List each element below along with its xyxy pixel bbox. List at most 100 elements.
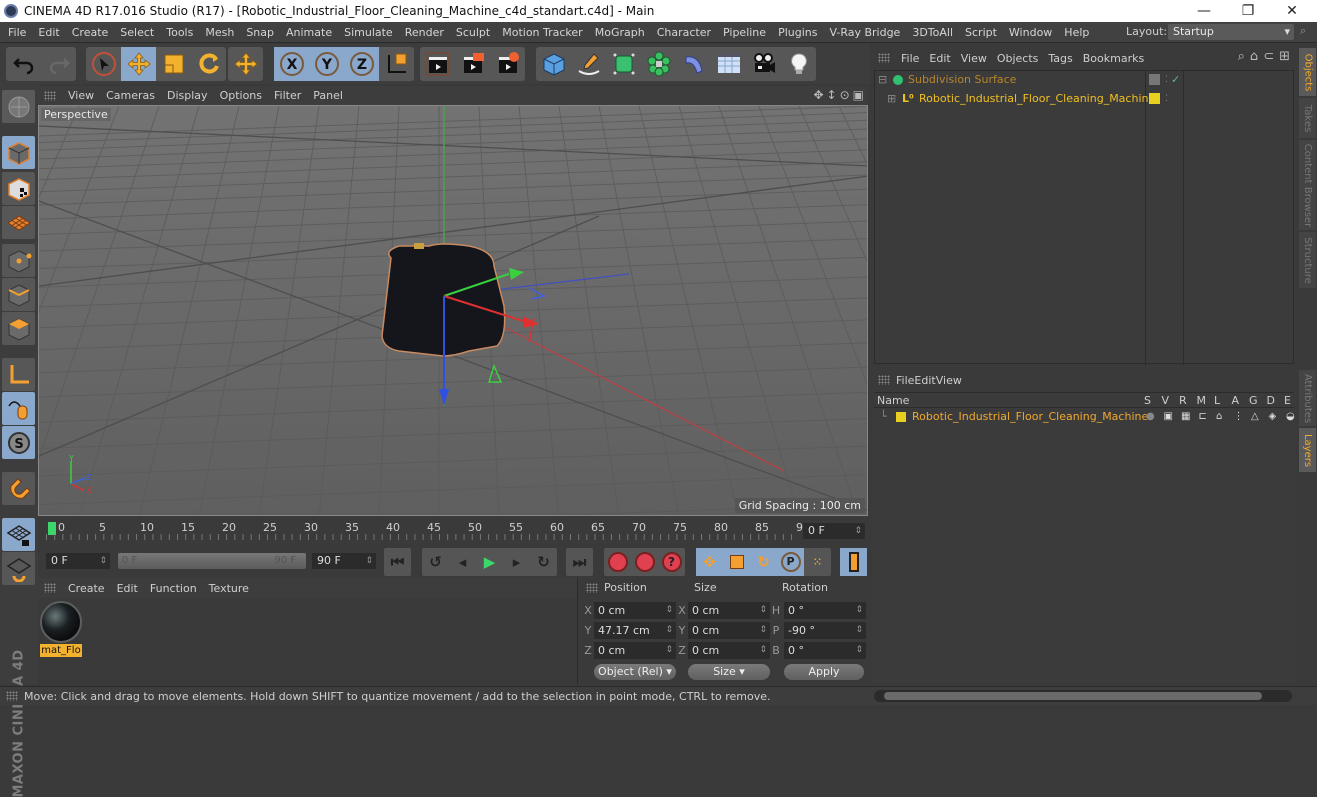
keyframe-selection-icon[interactable]: ? <box>658 548 685 576</box>
live-selection-icon[interactable] <box>86 47 121 81</box>
prev-key-icon[interactable]: ↺ <box>422 548 449 576</box>
layer-column-r[interactable]: R <box>1179 393 1187 408</box>
next-key-icon[interactable]: ↻ <box>530 548 557 576</box>
frame-range-slider[interactable]: 0 F 90 F <box>118 553 306 569</box>
visibility-dots-icon[interactable]: ⁚ <box>1165 71 1168 89</box>
layer-tag-icon[interactable] <box>1149 74 1160 85</box>
animation-flag-icon[interactable]: ⋮ <box>1234 408 1244 426</box>
menu-v-ray-bridge[interactable]: V-Ray Bridge <box>823 26 906 39</box>
light-icon[interactable] <box>781 47 816 81</box>
floor-icon[interactable] <box>711 47 746 81</box>
viewport-menu-view[interactable]: View <box>62 89 100 102</box>
layer-column-a[interactable]: A <box>1232 393 1240 408</box>
undo-icon[interactable] <box>6 47 41 81</box>
object-menu-objects[interactable]: Objects <box>992 52 1044 65</box>
make-editable-icon[interactable] <box>2 90 35 123</box>
panel-grip-icon[interactable] <box>878 53 890 63</box>
render-view-icon[interactable] <box>420 47 455 81</box>
go-to-start-icon[interactable]: ⏮ <box>384 548 411 576</box>
size-field[interactable]: 0 cm <box>688 642 770 659</box>
deformer-icon[interactable] <box>676 47 711 81</box>
new-view-icon[interactable]: ⊞ <box>1279 49 1290 64</box>
rot-field[interactable]: 0 ° <box>784 602 866 619</box>
object-menu-file[interactable]: File <box>896 52 924 65</box>
viewport-menu-cameras[interactable]: Cameras <box>100 89 161 102</box>
object-menu-edit[interactable]: Edit <box>924 52 955 65</box>
menu-window[interactable]: Window <box>1003 26 1058 39</box>
dolly-view-icon[interactable]: ↕ <box>827 88 837 102</box>
y-axis-lock-icon[interactable]: Y <box>309 47 344 81</box>
layer-color-icon[interactable] <box>1149 93 1160 104</box>
layer-column-e[interactable]: E <box>1284 393 1291 408</box>
next-frame-icon[interactable]: ▸ <box>503 548 530 576</box>
menu-tools[interactable]: Tools <box>160 26 199 39</box>
x-axis-lock-icon[interactable]: X <box>274 47 309 81</box>
coordinate-mode-select[interactable]: Object (Rel) ▾ <box>594 664 676 680</box>
material-name[interactable]: mat_Flo <box>40 644 82 657</box>
tab-content-browser[interactable]: Content Browser <box>1299 140 1316 230</box>
render-region-icon[interactable] <box>455 47 490 81</box>
object-menu-bookmarks[interactable]: Bookmarks <box>1078 52 1149 65</box>
search-icon[interactable]: ⌕ <box>1238 49 1245 64</box>
material-menu-function[interactable]: Function <box>144 582 203 595</box>
search-icon[interactable]: ⌕ <box>1300 24 1306 38</box>
close-button[interactable]: ✕ <box>1270 0 1314 22</box>
toggle-layout-icon[interactable]: ▣ <box>853 88 864 102</box>
object-row[interactable]: ⊞ L⁰ Robotic_Industrial_Floor_Cleaning_M… <box>875 90 1295 108</box>
menu-animate[interactable]: Animate <box>280 26 338 39</box>
object-menu-view[interactable]: View <box>956 52 992 65</box>
tab-attributes[interactable]: Attributes <box>1299 370 1316 426</box>
render-flag-icon[interactable]: ▦ <box>1181 408 1190 426</box>
pos-field[interactable]: 0 cm <box>594 642 676 659</box>
menu-sculpt[interactable]: Sculpt <box>450 26 496 39</box>
pos-key-icon[interactable]: ✥ <box>696 548 723 576</box>
menu-pipeline[interactable]: Pipeline <box>717 26 772 39</box>
menu-mograph[interactable]: MoGraph <box>589 26 651 39</box>
camera-icon[interactable] <box>746 47 781 81</box>
layer-row[interactable]: └ Robotic_Industrial_Floor_Cleaning_Mach… <box>874 408 1295 426</box>
layer-menu-file[interactable]: File <box>896 374 914 387</box>
perspective-viewport[interactable]: Y Z X Perspective Grid Spacing : 100 cm <box>38 105 868 516</box>
go-to-end-icon[interactable]: ⏭ <box>566 548 593 576</box>
layout-select[interactable]: Startup <box>1168 24 1294 40</box>
pla-key-icon[interactable]: ⁙ <box>804 548 831 576</box>
layer-column-l[interactable]: L <box>1214 393 1220 408</box>
rot-field[interactable]: -90 ° <box>784 622 866 639</box>
visible-flag-icon[interactable]: ▣ <box>1164 408 1173 426</box>
size-field[interactable]: 0 cm <box>688 602 770 619</box>
move-icon[interactable] <box>121 47 156 81</box>
workplane-lock-icon[interactable] <box>2 518 35 551</box>
tab-objects[interactable]: Objects <box>1299 48 1316 96</box>
edges-mode-icon[interactable] <box>2 278 35 311</box>
coordinate-system-icon[interactable] <box>379 47 414 81</box>
redo-icon[interactable] <box>41 47 76 81</box>
layer-column-d[interactable]: D <box>1267 393 1275 408</box>
layer-color-icon[interactable] <box>896 412 906 422</box>
model-mode-icon[interactable] <box>2 136 35 169</box>
menu-motion-tracker[interactable]: Motion Tracker <box>496 26 588 39</box>
link-icon[interactable]: ⊂ <box>1263 49 1274 64</box>
material-menu-edit[interactable]: Edit <box>111 582 144 595</box>
object-name[interactable]: Subdivision Surface <box>908 71 1016 89</box>
apply-button[interactable]: Apply <box>784 664 864 680</box>
menu-mesh[interactable]: Mesh <box>199 26 240 39</box>
cube-icon[interactable] <box>536 47 571 81</box>
menu-help[interactable]: Help <box>1058 26 1095 39</box>
last-tool-icon[interactable] <box>228 47 263 81</box>
render-settings-icon[interactable] <box>490 47 525 81</box>
snap-magnet-icon[interactable] <box>2 472 35 505</box>
tweak-icon[interactable] <box>2 392 35 425</box>
viewport-menu-display[interactable]: Display <box>161 89 214 102</box>
layer-column-name[interactable]: Name <box>877 393 909 408</box>
generators-flag-icon[interactable]: △ <box>1251 408 1259 426</box>
prev-frame-icon[interactable]: ◂ <box>449 548 476 576</box>
menu-script[interactable]: Script <box>959 26 1003 39</box>
end-frame-field[interactable]: 90 F <box>312 553 376 569</box>
axis-icon[interactable] <box>2 358 35 391</box>
menu-3dtoall[interactable]: 3DToAll <box>906 26 959 39</box>
pos-field[interactable]: 0 cm <box>594 602 676 619</box>
layer-column-v[interactable]: V <box>1162 393 1170 408</box>
workplane-icon[interactable] <box>2 206 35 239</box>
viewport-menu-filter[interactable]: Filter <box>268 89 307 102</box>
home-icon[interactable]: ⌂ <box>1250 49 1258 64</box>
